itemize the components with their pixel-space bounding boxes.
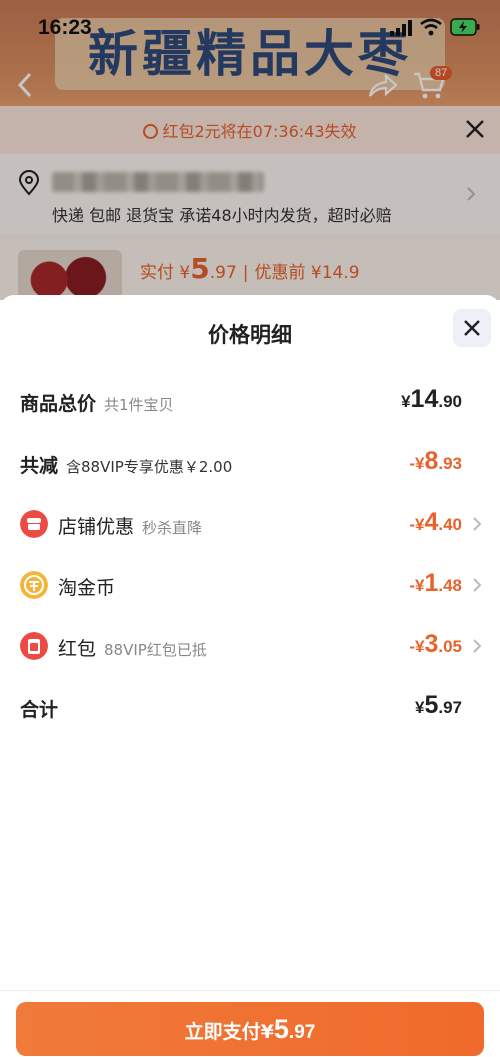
row-sub: 88VIP红包已抵	[104, 641, 207, 659]
chevron-right-icon	[473, 578, 482, 592]
coin-icon	[20, 571, 48, 599]
row-label: 共减 含88VIP专享优惠￥2.00	[20, 455, 233, 477]
pay-button-currency: ¥	[260, 1021, 274, 1043]
pay-button-int: 5	[273, 1014, 289, 1044]
dim-overlay[interactable]	[0, 0, 500, 300]
row-taobao-coins[interactable]: 淘金币 -¥1.48	[0, 565, 500, 605]
pay-now-button[interactable]: 立即支付¥5.97	[16, 1002, 484, 1056]
row-label: 店铺优惠 秒杀直降	[58, 516, 203, 538]
row-grand-total: 合计 ¥5.97	[0, 687, 500, 727]
chevron-right-icon	[473, 517, 482, 531]
row-value: ¥14.90	[401, 385, 462, 413]
row-value: -¥1.48	[409, 569, 462, 597]
row-sub: 共1件宝贝	[104, 396, 174, 414]
background-page: 新疆精品大枣 16:23 87 红包2元将在07:36:43失效 快递 包邮 退…	[0, 0, 500, 300]
price-detail-sheet: 价格明细 商品总价 共1件宝贝 ¥14.90 共减 含88VIP专享优惠￥2.00 …	[0, 295, 500, 1057]
row-label: 商品总价 共1件宝贝	[20, 393, 174, 415]
row-label: 红包 88VIP红包已抵	[58, 638, 207, 660]
pay-button-label: 立即支付	[184, 1021, 261, 1043]
row-shop-discount[interactable]: 店铺优惠 秒杀直降 -¥4.40	[0, 504, 500, 544]
row-value: -¥3.05	[409, 630, 462, 658]
pay-button-dec: .97	[288, 1022, 316, 1043]
row-sub: 含88VIP专享优惠￥2.00	[66, 458, 233, 476]
row-value: ¥5.97	[414, 691, 462, 719]
red-packet-icon	[20, 632, 48, 660]
close-icon	[464, 320, 480, 336]
sheet-title: 价格明细	[208, 323, 292, 347]
row-red-packet[interactable]: 红包 88VIP红包已抵 -¥3.05	[0, 626, 500, 666]
sheet-close-button[interactable]	[453, 309, 491, 347]
row-value: -¥8.93	[409, 447, 462, 475]
shop-icon	[20, 510, 48, 538]
row-total-discount: 共减 含88VIP专享优惠￥2.00 -¥8.93	[0, 443, 500, 483]
row-value: -¥4.40	[409, 508, 462, 536]
row-goods-total: 商品总价 共1件宝贝 ¥14.90	[0, 381, 500, 421]
row-label: 合计	[20, 699, 59, 721]
row-sub: 秒杀直降	[142, 519, 203, 537]
chevron-right-icon	[473, 639, 482, 653]
row-label: 淘金币	[58, 577, 116, 599]
